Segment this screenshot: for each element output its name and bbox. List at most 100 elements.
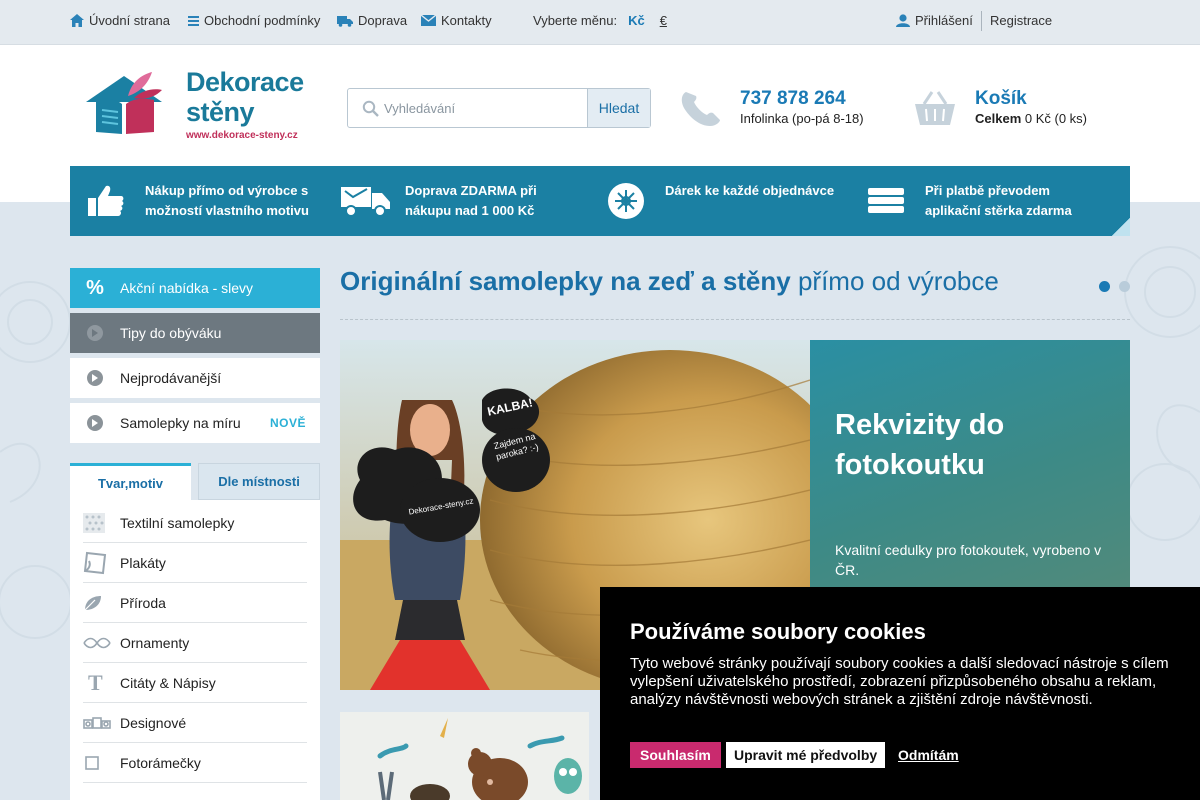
tile-illustration — [377, 718, 582, 800]
cart-total-label: Celkem — [975, 111, 1022, 126]
partial-icon — [83, 795, 120, 800]
search-box: Hledat — [347, 88, 651, 128]
cookie-accept-button[interactable]: Souhlasím — [630, 742, 721, 768]
category-label: Designové — [120, 714, 187, 731]
category-label: Příroda — [120, 594, 166, 611]
category-item[interactable]: Ornamenty — [83, 623, 307, 663]
benefit-item: Při platbě převodem aplikační stěrka zda… — [850, 166, 1110, 236]
category-item[interactable]: Plakáty — [83, 543, 307, 583]
menu-item-living-room[interactable]: Tipy do obýváku — [70, 313, 320, 353]
headline-divider — [340, 319, 1130, 320]
register-link[interactable]: Registrace — [990, 13, 1052, 28]
benefits-bar: Nákup přímo od výrobce s možností vlastn… — [70, 166, 1130, 236]
category-item[interactable]: Textilní samolepky — [83, 503, 307, 543]
slide-title: Rekvizity do fotokoutku — [835, 409, 1005, 481]
category-list: Textilní samolepky Plakáty Příroda Ornam… — [70, 500, 320, 800]
tab-by-room[interactable]: Dle místnosti — [198, 463, 320, 500]
benefit-text: Nákup přímo od výrobce s možností vlastn… — [145, 183, 309, 218]
thumbs-up-icon — [86, 183, 126, 219]
slider-dot[interactable] — [1119, 281, 1130, 292]
menu-item-custom[interactable]: Samolepky na míru NOVĚ — [70, 403, 320, 443]
menu-item-label: Akční nabídka - slevy — [120, 280, 254, 296]
home-link-label: Úvodní strana — [89, 13, 170, 28]
currency-label: Vyberte měnu: — [533, 13, 618, 28]
envelope-icon — [421, 15, 436, 26]
new-badge: NOVĚ — [269, 416, 306, 430]
percent-icon: % — [86, 276, 104, 299]
arrow-circle-icon — [87, 415, 103, 431]
topbar-divider — [981, 11, 982, 31]
benefit-item: Nákup přímo od výrobce s možností vlastn… — [70, 166, 330, 236]
logo-book-icon — [86, 72, 162, 134]
cookie-decline-link[interactable]: Odmítám — [898, 747, 959, 763]
home-link[interactable]: Úvodní strana — [70, 13, 170, 28]
logo-line2: stěny — [186, 97, 255, 127]
category-label: Textilní samolepky — [120, 514, 235, 531]
list-icon — [188, 15, 199, 27]
category-item[interactable]: Příroda — [83, 583, 307, 623]
contacts-link-label: Kontakty — [441, 13, 492, 28]
text-t-icon: T — [88, 669, 103, 695]
phone-number[interactable]: 737 878 264 — [740, 88, 846, 110]
category-tabs: Tvar,motiv Dle místnosti — [70, 463, 320, 500]
textile-icon — [83, 512, 120, 533]
search-input[interactable] — [348, 89, 588, 127]
shipping-link-label: Doprava — [358, 13, 408, 28]
category-item-partial[interactable] — [83, 783, 307, 800]
logo-url: www.dekorace-steny.cz — [186, 130, 298, 141]
poster-icon — [83, 551, 120, 575]
product-tile[interactable] — [340, 712, 589, 800]
basket-icon — [915, 91, 955, 125]
login-link-label: Přihlášení — [915, 13, 973, 28]
home-icon — [70, 14, 84, 27]
menu-item-label: Samolepky na míru — [120, 415, 241, 431]
logo-title: Dekorace stěny — [186, 67, 304, 127]
cookie-text: Tyto webové stránky používají soubory co… — [630, 655, 1169, 708]
menu-item-label: Nejprodávanější — [120, 370, 222, 386]
frame-icon — [83, 755, 120, 771]
benefit-text: Dárek ke každé objednávce — [665, 183, 835, 198]
currency-czk[interactable]: Kč — [628, 13, 645, 28]
arrow-circle-icon — [87, 325, 103, 341]
category-label: Fotorámečky — [120, 754, 201, 771]
user-icon — [896, 14, 910, 27]
page-headline: Originální samolepky na zeď a stěny přím… — [340, 266, 999, 297]
category-item[interactable]: Designové — [83, 703, 307, 743]
terms-link-label: Obchodní podmínky — [204, 13, 321, 28]
menu-item-sale[interactable]: % Akční nabídka - slevy — [70, 268, 320, 308]
tab-shape-motif[interactable]: Tvar,motiv — [70, 463, 191, 500]
category-label: Ornamenty — [120, 634, 190, 651]
menu-item-bestsellers[interactable]: Nejprodávanější — [70, 358, 320, 398]
shipping-link[interactable]: Doprava — [337, 13, 407, 28]
register-link-label: Registrace — [990, 13, 1053, 28]
slider-dot-active[interactable] — [1099, 281, 1110, 292]
terms-link[interactable]: Obchodní podmínky — [188, 13, 320, 28]
benefit-text: Doprava ZDARMA při nákupu nad 1 000 Kč — [405, 183, 537, 218]
category-label: Plakáty — [120, 554, 166, 571]
cookie-banner: Používáme soubory cookies Tyto webové st… — [600, 587, 1200, 800]
arrow-circle-icon — [87, 370, 103, 386]
ornament-icon — [83, 636, 120, 650]
leaf-icon — [83, 594, 120, 612]
search-button[interactable]: Hledat — [587, 89, 650, 127]
truck-small-icon — [337, 15, 353, 27]
logo-line1: Dekorace — [186, 67, 304, 97]
truck-icon — [340, 183, 392, 219]
benefit-text: Při platbě převodem aplikační stěrka zda… — [925, 183, 1072, 218]
category-item[interactable]: Fotorámečky — [83, 743, 307, 783]
logo[interactable]: Dekorace stěny www.dekorace-steny.cz — [82, 67, 312, 145]
headline-light: přímo od výrobce — [797, 266, 999, 296]
cookie-title: Používáme soubory cookies — [630, 619, 926, 644]
login-link[interactable]: Přihlášení — [896, 13, 973, 28]
contacts-link[interactable]: Kontakty — [421, 13, 492, 28]
cookie-preferences-button[interactable]: Upravit mé předvolby — [726, 742, 886, 768]
cart-total-value: 0 Kč (0 ks) — [1024, 111, 1087, 126]
benefit-item: Dárek ke každé objednávce — [590, 166, 850, 236]
top-bar: Úvodní strana Obchodní podmínky Doprava … — [0, 0, 1200, 45]
category-item[interactable]: T Citáty & Nápisy — [83, 663, 307, 703]
currency-eur[interactable]: € — [660, 13, 667, 28]
cart-summary: Celkem 0 Kč (0 ks) — [975, 111, 1087, 126]
benefits-corner-fold — [1112, 218, 1130, 236]
card-icon — [866, 183, 906, 219]
phone-icon — [681, 92, 720, 126]
